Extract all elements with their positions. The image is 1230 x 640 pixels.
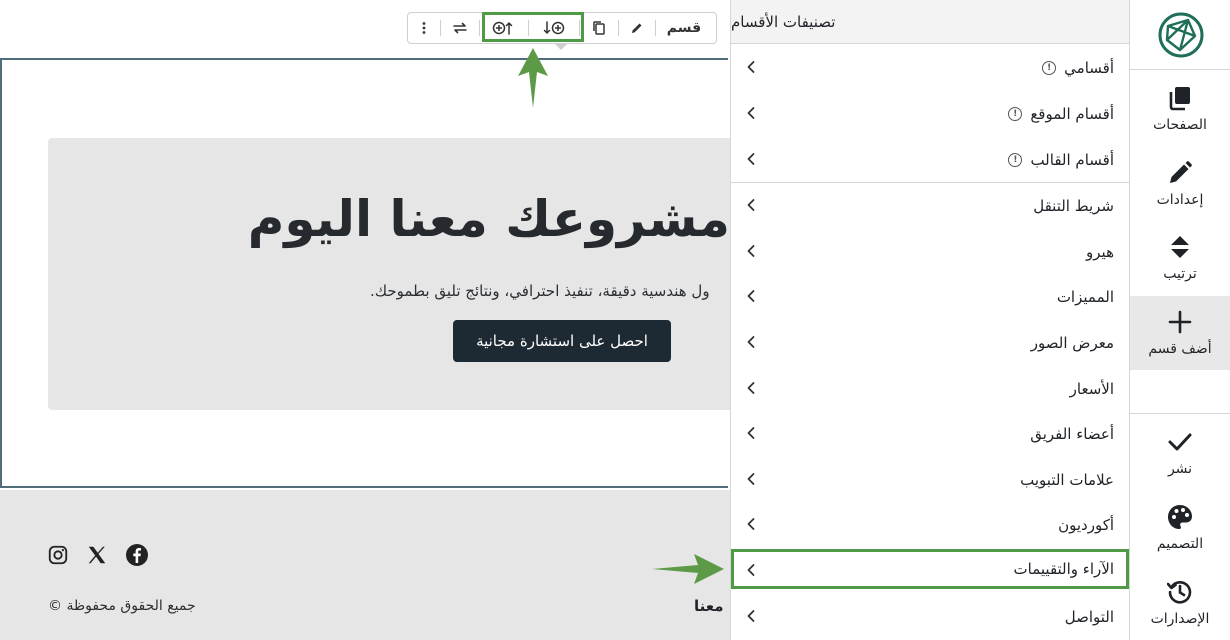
chevron-left-icon [747,610,755,622]
panel-group-my-sections[interactable]: أقسامي! [731,45,1129,90]
category-navbar[interactable]: شريط التنقل [731,183,1129,228]
plus-icon [1167,309,1193,335]
chevron-left-icon [747,61,755,73]
info-icon[interactable]: ! [1008,152,1023,167]
panel-group-site-sections[interactable]: أقسام الموقع! [731,91,1129,136]
rail-label: ترتيب [1163,266,1197,282]
rail-add-section[interactable]: أضف قسم [1130,296,1230,370]
rail-label: نشر [1167,461,1193,477]
category-pricing[interactable]: الأسعار [731,366,1129,411]
sort-icon [1167,234,1193,260]
category-label: معرض الصور [1030,333,1114,352]
instagram-icon[interactable] [46,543,70,567]
check-icon [1167,429,1193,455]
panel-header: تصنيفات الأقسام [731,0,1129,44]
rail-label: الإصدارات [1150,611,1210,627]
more-vertical-icon[interactable] [408,13,440,43]
hero-section[interactable] [48,138,730,410]
add-section-buttons-highlight [482,12,584,42]
rail-settings[interactable]: إعدادات [1130,147,1230,221]
cta-button[interactable]: احصل على استشارة مجانية [453,320,671,362]
panel-title: تصنيفات الأقسام [731,12,836,31]
chevron-left-icon [747,427,755,439]
category-label: شريط التنقل [1033,196,1114,215]
category-label: الأسعار [1069,379,1114,398]
footer-partial-text: معنا [694,597,724,615]
edit-icon[interactable] [619,13,655,43]
category-features[interactable]: المميزات [731,274,1129,319]
x-icon[interactable] [85,543,109,567]
rail-divider [1130,69,1230,70]
category-accordion[interactable]: أكورديون [731,502,1129,547]
annotation-arrow-up-icon [516,46,550,114]
category-hero[interactable]: هيرو [731,229,1129,274]
hero-title: مشروعك معنا اليوم [247,190,730,248]
category-team[interactable]: أعضاء الفريق [731,411,1129,456]
section-categories-panel: تصنيفات الأقسام أقسامي! أقسام الموقع! أق… [730,0,1130,640]
group-label: أقسام القالب [1030,150,1114,169]
rail-label: التصميم [1156,536,1204,552]
chevron-left-icon [747,518,755,530]
editor-sidebar-rail: الصفحات إعدادات ترتيب أضف قسم نشر التصمي… [1130,0,1230,640]
panel-group-template-sections[interactable]: أقسام القالب! [731,137,1129,182]
history-icon [1167,579,1193,605]
toolbar-caret [554,43,568,50]
category-label: أكورديون [1058,515,1114,534]
category-tabs[interactable]: علامات التبويب [731,457,1129,502]
palette-icon [1167,504,1193,530]
rail-versions[interactable]: الإصدارات [1130,566,1230,640]
rail-sort[interactable]: ترتيب [1130,221,1230,295]
rail-label: أضف قسم [1148,341,1212,357]
category-gallery[interactable]: معرض الصور [731,320,1129,365]
rail-design[interactable]: التصميم [1130,491,1230,565]
app-logo-icon[interactable] [1158,12,1204,58]
swap-icon[interactable] [441,13,479,43]
rail-divider [1130,413,1230,414]
chevron-left-icon [747,290,755,302]
footer-copyright: جميع الحقوق محفوظة © [48,598,196,614]
category-label: أعضاء الفريق [1030,424,1114,443]
category-label: هيرو [1086,242,1114,261]
facebook-icon[interactable] [125,543,149,567]
pencil-icon [1167,160,1193,186]
chevron-left-icon [747,564,755,576]
chevron-left-icon [747,153,755,165]
rail-label: الصفحات [1153,117,1207,133]
category-testimonials[interactable]: الآراء والتقييمات [731,549,1129,589]
category-label: التواصل [1064,607,1114,626]
category-label: المميزات [1056,287,1114,306]
hero-subtitle: ول هندسية دقيقة، تنفيذ احترافي، ونتائج ت… [370,282,710,300]
category-label: الآراء والتقييمات [1013,560,1114,578]
chevron-left-icon [747,199,755,211]
chevron-left-icon [747,336,755,348]
group-label: أقسامي [1064,58,1114,77]
rail-publish[interactable]: نشر [1130,416,1230,490]
chevron-left-icon [747,107,755,119]
section-label: قسم [666,20,702,36]
duplicate-icon[interactable] [580,13,618,43]
chevron-left-icon [747,382,755,394]
info-icon[interactable]: ! [1042,60,1057,75]
footer [0,490,730,640]
chevron-left-icon [747,473,755,485]
category-contact[interactable]: التواصل [731,594,1129,639]
rail-label: إعدادات [1156,192,1204,208]
page-canvas: مشروعك معنا اليوم ول هندسية دقيقة، تنفيذ… [0,0,730,640]
category-label: علامات التبويب [1020,470,1114,489]
rail-pages[interactable]: الصفحات [1130,72,1230,146]
chevron-left-icon [747,245,755,257]
annotation-arrow-left-icon [650,550,726,592]
pages-icon [1167,85,1193,111]
info-icon[interactable]: ! [1008,106,1023,121]
group-label: أقسام الموقع [1030,104,1114,123]
